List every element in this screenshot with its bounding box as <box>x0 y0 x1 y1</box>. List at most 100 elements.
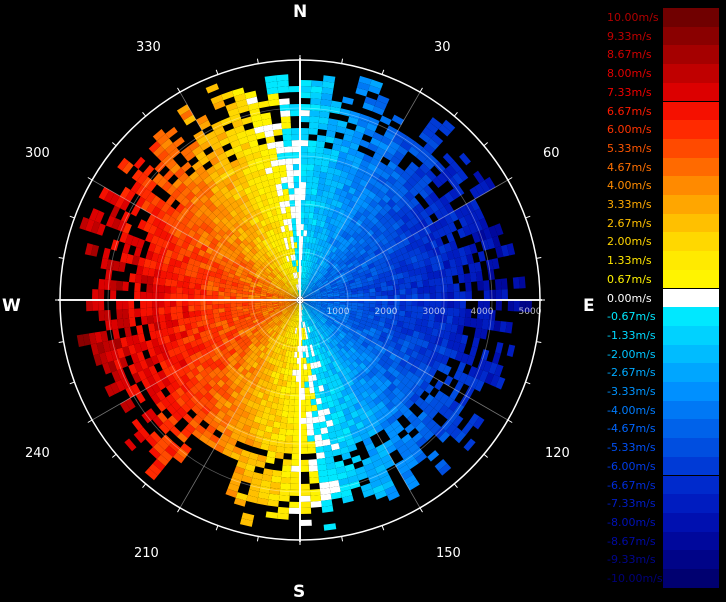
radar-cell <box>379 115 392 126</box>
radar-cell <box>452 316 460 326</box>
radar-cell <box>105 319 113 331</box>
radar-cell <box>469 346 478 357</box>
radar-cell <box>304 206 310 213</box>
legend-label: -8.00m/s <box>607 515 656 529</box>
azimuth-tick <box>256 58 259 64</box>
radar-cell <box>277 80 289 88</box>
legend-swatch <box>663 176 719 195</box>
radar-cell <box>146 291 153 300</box>
radar-cell <box>316 458 326 466</box>
legend-label: 9.33m/s <box>607 29 652 43</box>
radar-cell <box>308 140 317 147</box>
radar-cell <box>281 182 289 190</box>
legend-row: 8.00m/s <box>604 64 722 83</box>
radar-cell <box>288 188 295 195</box>
legend-label: 0.67m/s <box>607 272 652 286</box>
radar-cell <box>300 158 308 165</box>
radar-cell <box>311 404 318 412</box>
radar-cell <box>306 429 315 436</box>
legend-row: -8.00m/s <box>604 512 722 532</box>
radar-cell <box>183 275 191 283</box>
radar-cell <box>282 465 292 472</box>
radar-cell <box>128 308 135 318</box>
legend-label: 7.33m/s <box>607 85 652 99</box>
radar-cell <box>288 86 300 93</box>
legend-row: -6.67m/s <box>604 475 722 495</box>
radar-cell <box>164 285 171 294</box>
radar-cell <box>312 170 321 178</box>
radar-cell <box>146 307 153 317</box>
radar-cell <box>309 392 316 400</box>
radar-cell <box>188 305 195 312</box>
radar-cell <box>306 176 313 183</box>
azimuth-tick <box>69 381 75 385</box>
radar-cell <box>280 110 291 118</box>
legend-label: -2.67m/s <box>607 366 656 380</box>
radar-cell <box>307 435 315 442</box>
legend-swatch <box>663 475 719 495</box>
azimuth-tick <box>419 87 423 93</box>
radar-cell <box>300 435 308 442</box>
radar-cell <box>171 272 179 281</box>
legend-row: -3.33m/s <box>604 382 722 401</box>
radar-cell <box>317 183 325 191</box>
radar-cell <box>290 381 296 388</box>
radar-cell <box>463 317 472 327</box>
radar-cell <box>124 438 137 452</box>
radar-cell <box>392 284 400 291</box>
radar-cell <box>411 300 418 307</box>
radar-cell <box>291 453 300 460</box>
compass-east: E <box>583 296 595 316</box>
radar-cell <box>304 393 311 400</box>
radar-cell <box>363 292 370 297</box>
radar-cell <box>341 96 354 105</box>
radar-cell <box>309 122 319 129</box>
radar-cell <box>422 279 430 288</box>
legend-label: -9.33m/s <box>607 553 656 567</box>
azimuth-tick <box>69 215 75 219</box>
radar-cell <box>314 440 324 448</box>
legend-swatch <box>663 45 719 65</box>
radar-cell <box>459 152 471 166</box>
legend-row: 5.33m/s <box>604 138 722 158</box>
radar-cell <box>300 92 311 99</box>
radar-cell <box>453 308 460 317</box>
radar-cell <box>285 386 291 394</box>
radar-cell <box>290 110 300 117</box>
radar-cell <box>146 315 154 325</box>
radar-cell <box>128 273 137 283</box>
radar-cell <box>290 483 300 490</box>
radar-cell <box>411 287 418 295</box>
radar-cell <box>134 291 141 300</box>
radar-cell <box>281 471 291 478</box>
legend-swatch <box>663 269 719 289</box>
radar-cell <box>224 303 231 308</box>
radar-cell <box>308 465 318 472</box>
radar-cell <box>307 158 315 165</box>
legend-row: 4.00m/s <box>604 176 722 195</box>
radar-cell <box>158 277 166 286</box>
radar-cell <box>285 158 293 165</box>
radar-cell <box>317 469 328 478</box>
radar-cell <box>300 417 307 424</box>
radar-cell <box>293 357 297 364</box>
radar-ppi-display: 1000 2000 3000 4000 5000 <box>55 55 545 545</box>
radar-cell <box>309 488 321 496</box>
radar-cell <box>284 441 293 448</box>
radar-cell <box>152 276 160 286</box>
legend-label: 1.33m/s <box>607 254 652 268</box>
legend-swatch <box>663 325 719 345</box>
radar-cell <box>475 318 483 329</box>
radar-cell <box>290 206 296 213</box>
radar-cell <box>429 285 436 294</box>
legend-swatch <box>663 82 719 102</box>
radar-cell <box>279 422 288 430</box>
radar-cell <box>315 146 325 154</box>
azimuth-tick <box>87 177 93 181</box>
radar-cell <box>86 300 93 312</box>
radar-cell <box>212 290 219 296</box>
radar-cell <box>105 269 113 281</box>
radar-cell <box>421 319 429 328</box>
legend-row: 0.00m/s <box>604 288 722 308</box>
radar-cell <box>307 152 316 159</box>
